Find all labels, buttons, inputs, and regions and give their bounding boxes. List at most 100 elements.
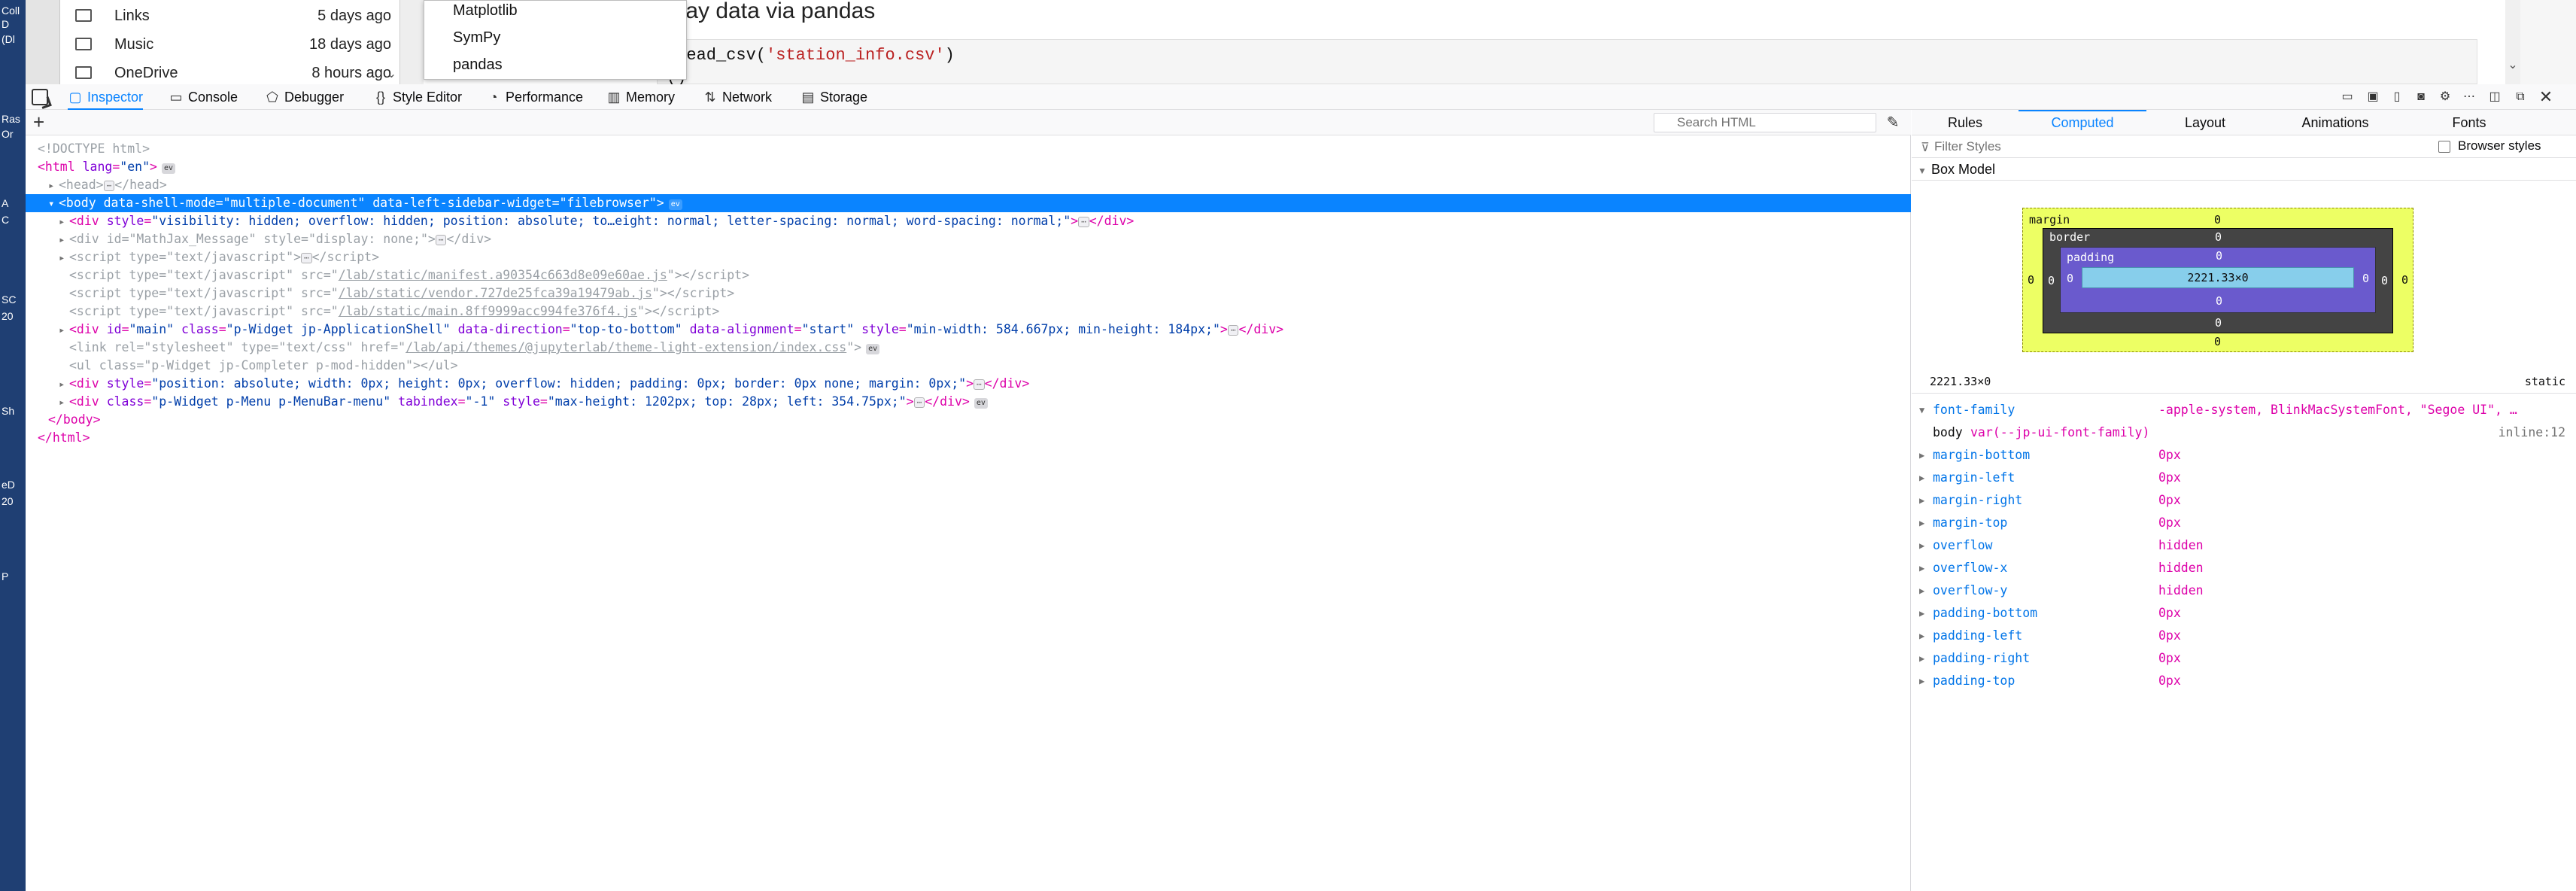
computed-property[interactable]: ▶ margin-left 0px xyxy=(1912,467,2576,489)
desktop-icon-label[interactable]: eD xyxy=(2,479,21,491)
markup-node[interactable]: ▸ <script type="text/javascript"> ⋯ </scrip… xyxy=(26,248,1911,266)
collapsed-ellipsis[interactable]: ⋯ xyxy=(913,397,925,408)
expand-arrow-icon[interactable]: ▶ xyxy=(1919,444,1930,467)
file-browser-row[interactable]: Links 5 days ago xyxy=(75,3,391,30)
markup-node[interactable]: <script type="text/javascript" src="/lab… xyxy=(26,266,1911,284)
markup-node[interactable]: <!DOCTYPE html> xyxy=(26,140,1911,158)
desktop-icon-label[interactable]: Coll xyxy=(2,5,21,17)
expand-arrow-icon[interactable]: ▸ xyxy=(59,213,69,230)
matched-rule[interactable]: body var(--jp-ui-font-family) inline:12 xyxy=(1912,421,2576,444)
expand-arrow-icon[interactable]: ▶ xyxy=(1919,557,1930,579)
completer-item[interactable]: Matplotlib xyxy=(453,2,518,20)
markup-node[interactable]: ▸ <div id="MathJax_Message" style="displa… xyxy=(26,230,1911,248)
expand-arrow-icon[interactable]: ▶ xyxy=(1919,625,1930,647)
margin-left-value[interactable]: 0 xyxy=(2028,273,2034,287)
markup-node[interactable]: <ul class="p-Widget jp-Completer p-mod-h… xyxy=(26,357,1911,375)
collapsed-ellipsis[interactable]: ⋯ xyxy=(974,379,985,390)
computed-property[interactable]: ▶ padding-left 0px xyxy=(1912,625,2576,647)
padding-top-value[interactable]: 0 xyxy=(2216,249,2222,263)
margin-right-value[interactable]: 0 xyxy=(2401,273,2408,287)
tab-rules[interactable]: Rules xyxy=(1912,110,2019,135)
desktop-icon-label[interactable]: P xyxy=(2,570,21,582)
border-bottom-value[interactable]: 0 xyxy=(2215,316,2222,330)
desktop-icon-label[interactable]: (Dl xyxy=(2,33,21,45)
expand-arrow-icon[interactable]: ▶ xyxy=(1919,647,1930,670)
markup-node[interactable]: ▸ <div class="p-Widget p-Menu p-MenuBar-m… xyxy=(26,393,1911,411)
expand-arrow-icon[interactable]: ▶ xyxy=(1919,534,1930,557)
event-badge[interactable]: ev xyxy=(668,199,682,210)
computed-property[interactable]: ▶ padding-right 0px xyxy=(1912,647,2576,670)
notebook-code-cell[interactable]: .read_csv('station_info.csv') () xyxy=(657,39,2477,84)
padding-right-value[interactable]: 0 xyxy=(2362,272,2369,285)
desktop-icon-label[interactable]: C xyxy=(2,214,21,226)
computed-property[interactable]: ▶ overflow hidden xyxy=(1912,534,2576,557)
attr-link[interactable]: /lab/static/manifest.a90354c663d8e09e60a… xyxy=(339,268,667,282)
tab-fonts[interactable]: Fonts xyxy=(2407,110,2532,135)
rule-source-link[interactable]: inline:12 xyxy=(2499,421,2565,444)
markup-node[interactable]: <script type="text/javascript" src="/lab… xyxy=(26,284,1911,303)
padding-bottom-value[interactable]: 0 xyxy=(2216,294,2222,308)
markup-node[interactable]: <script type="text/javascript" src="/lab… xyxy=(26,303,1911,321)
computed-property[interactable]: ▶ padding-bottom 0px xyxy=(1912,602,2576,625)
expand-arrow-icon[interactable]: ▸ xyxy=(59,321,69,339)
collapse-arrow-icon[interactable]: ▼ xyxy=(1919,399,1930,421)
add-node-icon[interactable]: + xyxy=(33,111,44,132)
completer-item[interactable]: pandas xyxy=(453,56,503,74)
tab-animations[interactable]: Animations xyxy=(2264,110,2407,135)
collapsed-ellipsis[interactable]: ⋯ xyxy=(103,181,115,191)
file-browser-row[interactable]: Music 18 days ago xyxy=(75,32,391,59)
close-icon[interactable]: ✕ xyxy=(2537,89,2555,105)
expand-arrow-icon[interactable]: ▸ xyxy=(48,177,59,194)
attr-link[interactable]: /lab/api/themes/@jupyterlab/theme-light-… xyxy=(406,340,846,354)
event-badge[interactable]: ev xyxy=(974,398,988,409)
desktop-icon-label[interactable]: SC xyxy=(2,293,21,306)
expand-arrow-icon[interactable]: ▸ xyxy=(59,394,69,411)
expand-arrow-icon[interactable]: ▶ xyxy=(1919,579,1930,602)
dock-side-icon[interactable]: ◫ xyxy=(2486,89,2504,105)
attr-link[interactable]: /lab/static/main.8ff9999acc994fe376f4.js xyxy=(339,304,637,318)
computed-property[interactable]: ▶ margin-bottom 0px xyxy=(1912,444,2576,467)
border-right-value[interactable]: 0 xyxy=(2381,274,2388,287)
tab-inspector[interactable]: ▢ Inspector xyxy=(68,84,144,110)
desktop-icon-label[interactable]: 20 xyxy=(2,495,21,507)
split-console-icon[interactable]: ▣ xyxy=(2364,89,2382,105)
dock-options-icon[interactable]: ▭ xyxy=(2338,89,2356,105)
gear-icon[interactable]: ⚙ xyxy=(2436,89,2454,105)
screenshot-icon[interactable]: ◙ xyxy=(2412,89,2430,105)
computed-property[interactable]: ▼ font-family -apple-system, BlinkMacSys… xyxy=(1912,399,2576,421)
expand-arrow-icon[interactable]: ▸ xyxy=(59,231,69,248)
markup-node[interactable]: ▸ <div style="visibility: hidden; overflo… xyxy=(26,212,1911,230)
chevron-down-icon[interactable]: ⌄ xyxy=(2505,57,2520,72)
desktop-icon-label[interactable]: D xyxy=(2,18,21,30)
padding-left-value[interactable]: 0 xyxy=(2067,272,2073,285)
desktop-icon-label[interactable]: Or xyxy=(2,128,21,140)
event-badge[interactable]: ev xyxy=(161,163,176,174)
margin-bottom-value[interactable]: 0 xyxy=(2214,335,2221,348)
desktop-icon-label[interactable]: A xyxy=(2,197,21,209)
expand-arrow-icon[interactable]: ▸ xyxy=(59,376,69,393)
responsive-design-icon[interactable]: ▯ xyxy=(2388,89,2406,105)
separate-window-icon[interactable]: ⧉ xyxy=(2511,89,2529,105)
expand-arrow-icon[interactable]: ▶ xyxy=(1919,489,1930,512)
collapsed-ellipsis[interactable]: ⋯ xyxy=(1078,217,1089,227)
markup-node[interactable]: <html lang="en"> ev xyxy=(26,158,1911,176)
filter-styles-input[interactable]: Filter Styles xyxy=(1934,138,2416,156)
expand-arrow-icon[interactable]: ▶ xyxy=(1919,602,1930,625)
margin-top-value[interactable]: 0 xyxy=(2214,213,2221,227)
tab-memory[interactable]: ▥ Memory xyxy=(606,84,675,110)
completer-item[interactable]: SymPy xyxy=(453,29,500,47)
file-browser-row[interactable]: OneDrive 8 hours ago xyxy=(75,60,391,84)
tab-debugger[interactable]: ⬠ Debugger xyxy=(265,84,344,110)
tab-network[interactable]: ⇅ Network xyxy=(703,84,772,110)
expand-arrow-icon[interactable]: ▶ xyxy=(1919,512,1930,534)
box-model-header[interactable]: ▼ Box Model xyxy=(1912,158,2576,181)
desktop-icon-label[interactable]: Ras xyxy=(2,113,21,125)
browser-styles-checkbox[interactable] xyxy=(2438,141,2450,153)
chevron-down-icon[interactable]: ⌄ xyxy=(387,66,396,81)
markup-node[interactable]: <link rel="stylesheet" type="text/css" h… xyxy=(26,339,1911,357)
tab-storage[interactable]: ▤ Storage xyxy=(800,84,867,110)
expand-arrow-icon[interactable]: ▶ xyxy=(1919,670,1930,692)
tab-console[interactable]: ▭ Console xyxy=(169,84,238,110)
desktop-icon-label[interactable]: Sh xyxy=(2,405,21,417)
tab-performance[interactable]: ◔ Performance xyxy=(486,84,583,110)
